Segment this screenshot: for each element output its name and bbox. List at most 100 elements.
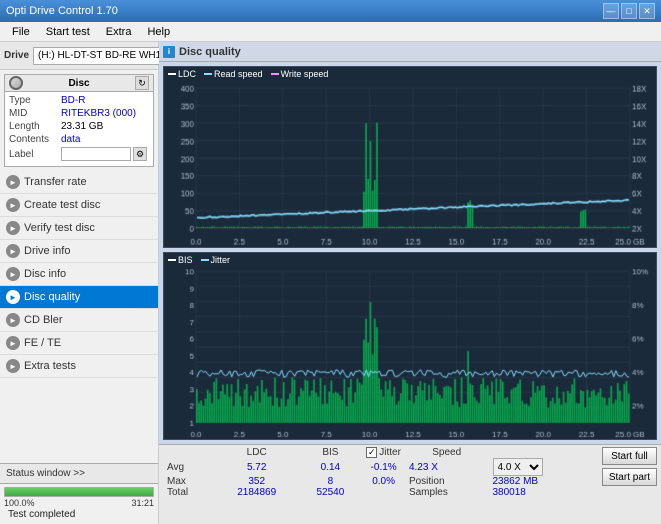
charts-area: LDC Read speed Write speed [159,62,661,444]
avg-speed: 4.23 X [405,458,489,476]
legend-write-speed: Write speed [271,69,329,79]
sidebar-item-fe-te[interactable]: ► FE / TE [0,332,158,355]
write-speed-color [271,73,279,75]
disc-contents-row: Contents data [9,134,149,145]
nav-icon-drive-info: ► [6,244,20,258]
sidebar-item-drive-info[interactable]: ► Drive info [0,240,158,263]
nav-label-drive-info: Drive info [24,245,70,257]
sidebar-item-create-test-disc[interactable]: ► Create test disc [0,194,158,217]
app-title: Opti Drive Control 1.70 [6,5,118,17]
contents-label: Contents [9,134,61,145]
nav-label-fe-te: FE / TE [24,337,61,349]
type-value: BD-R [61,95,149,106]
progress-text: 100.0% 31:21 [4,498,154,508]
samples-value: 380018 [489,487,592,498]
sidebar-item-transfer-rate[interactable]: ► Transfer rate [0,171,158,194]
col-speed-select-header [489,447,592,458]
disc-quality-icon: i [163,46,175,58]
progress-bar-inner [5,488,153,496]
status-bottom: Status window >> 100.0% 31:21 Test compl… [0,463,158,524]
nav-icon-extra-tests: ► [6,359,20,373]
max-ldc: 352 [215,476,299,487]
nav-label-create-test-disc: Create test disc [24,199,100,211]
disc-quality-title: Disc quality [179,46,241,58]
chart1-container: LDC Read speed Write speed [163,66,657,248]
max-label: Max [163,476,215,487]
label-btn[interactable]: ⚙ [133,147,147,161]
ldc-color [168,73,176,75]
menubar: File Start test Extra Help [0,22,661,42]
samples-label: Samples [405,487,489,498]
progress-percent: 100.0% [4,498,35,508]
status-window-label: Status window >> [6,468,85,479]
disc-label-row: Label ⚙ [9,147,149,161]
nav-label-transfer-rate: Transfer rate [24,176,87,188]
disc-panel-title: Disc [68,78,89,89]
disc-fields: Type BD-R MID RITEKBR3 (000) Length 23.3… [5,92,153,166]
avg-jitter: -0.1% [362,458,405,476]
chart2-legend: BIS Jitter [168,255,230,265]
disc-label-label: Label [9,149,61,160]
close-button[interactable]: ✕ [639,3,655,19]
chart1-legend: LDC Read speed Write speed [168,69,328,79]
legend-jitter: Jitter [201,255,231,265]
maximize-button[interactable]: □ [621,3,637,19]
window-controls: — □ ✕ [603,3,655,19]
avg-label: Avg [163,458,215,476]
sidebar-item-verify-test-disc[interactable]: ► Verify test disc [0,217,158,240]
progress-time: 31:21 [131,498,154,508]
stats-table: LDC BIS ✓ Jitter Speed [163,447,592,498]
checkbox-check: ✓ [368,447,376,458]
nav-label-verify-test-disc: Verify test disc [24,222,95,234]
nav-icon-transfer-rate: ► [6,175,20,189]
chart2-container: BIS Jitter [163,252,657,440]
disc-refresh-btn[interactable]: ↻ [135,76,149,90]
titlebar: Opti Drive Control 1.70 — □ ✕ [0,0,661,22]
status-text: Test completed [4,508,154,521]
action-buttons: Start full Start part [602,447,657,486]
content-area: i Disc quality LDC Read speed [159,42,661,524]
menu-help[interactable]: Help [139,24,178,40]
nav-label-disc-info: Disc info [24,268,66,280]
total-ldc: 2184869 [215,487,299,498]
nav-icon-cd-bler: ► [6,313,20,327]
progress-area: 100.0% 31:21 Test completed [0,484,158,524]
sidebar-item-disc-quality[interactable]: ► Disc quality [0,286,158,309]
col-header-ldc: LDC [215,447,299,458]
disc-icon [9,76,23,90]
nav-icon-disc-quality: ► [6,290,20,304]
legend-read-speed: Read speed [204,69,263,79]
length-value: 23.31 GB [61,121,149,132]
menu-extra[interactable]: Extra [98,24,140,40]
menu-start-test[interactable]: Start test [38,24,98,40]
stats-bar: LDC BIS ✓ Jitter Speed [159,444,661,524]
jitter-checkbox[interactable]: ✓ [366,447,377,458]
contents-value: data [61,134,149,145]
sidebar-item-extra-tests[interactable]: ► Extra tests [0,355,158,378]
disc-quality-header: i Disc quality [159,42,661,62]
jitter-label: Jitter [379,447,401,458]
status-window-button[interactable]: Status window >> [0,464,158,484]
menu-file[interactable]: File [4,24,38,40]
total-label: Total [163,487,215,498]
nav-items: ► Transfer rate ► Create test disc ► Ver… [0,171,158,463]
main-layout: Drive (H:) HL-DT-ST BD-RE WH16NS58 TST4 … [0,42,661,524]
sidebar-item-disc-info[interactable]: ► Disc info [0,263,158,286]
nav-label-cd-bler: CD Bler [24,314,63,326]
avg-bis: 0.14 [298,458,362,476]
label-input[interactable] [61,147,131,161]
nav-label-disc-quality: Disc quality [24,291,80,303]
speed-select[interactable]: 4.0 X [493,458,543,476]
drive-section: Drive (H:) HL-DT-ST BD-RE WH16NS58 TST4 … [0,42,158,70]
start-part-button[interactable]: Start part [602,468,657,486]
disc-panel-header: Disc ↻ [5,75,153,92]
position-value: 23862 MB [489,476,592,487]
col-header-blank [163,447,215,458]
bis-jitter-chart [164,253,656,439]
minimize-button[interactable]: — [603,3,619,19]
start-full-button[interactable]: Start full [602,447,657,465]
col-header-jitter-spacer: ✓ Jitter [362,447,405,458]
sidebar-item-cd-bler[interactable]: ► CD Bler [0,309,158,332]
disc-panel: Disc ↻ Type BD-R MID RITEKBR3 (000) Leng… [4,74,154,167]
type-label: Type [9,95,61,106]
